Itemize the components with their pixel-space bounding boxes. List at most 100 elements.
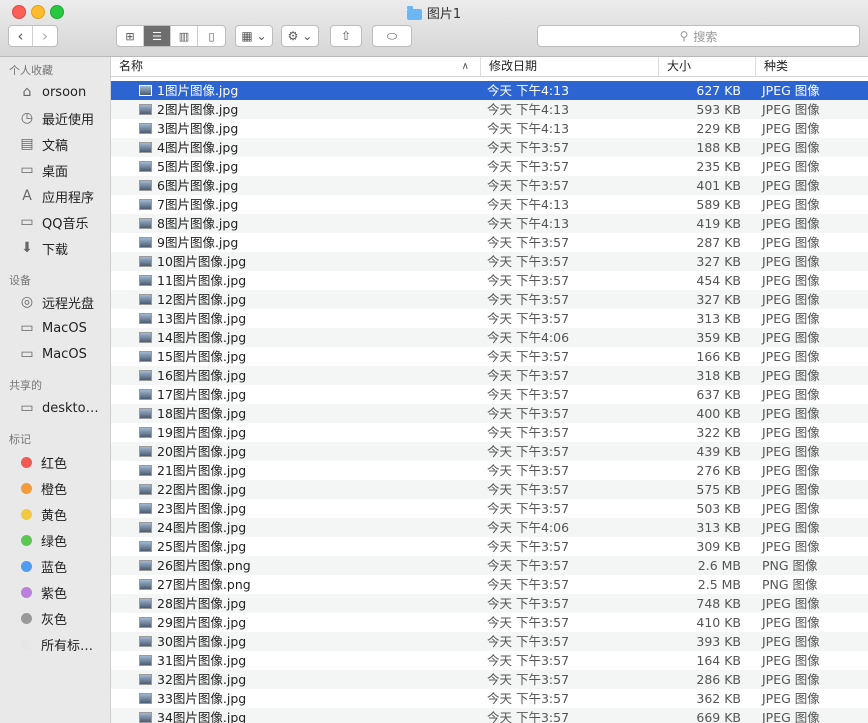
column-header-kind[interactable]: 种类 (755, 57, 868, 76)
sidebar-item[interactable]: 黄色 (18, 503, 108, 525)
sidebar-item[interactable]: 蓝色 (18, 555, 108, 577)
file-modified-date: 今天 下午3:57 (487, 235, 570, 250)
gallery-view-button[interactable]: ▯ (198, 26, 225, 46)
sidebar-item[interactable]: 红色 (18, 451, 108, 473)
file-row[interactable]: 28图片图像.jpg 今天 下午3:57 748 KB JPEG 图像 (111, 594, 868, 613)
file-kind: JPEG 图像 (762, 444, 820, 459)
sidebar-item-icon: ◷ (20, 110, 34, 126)
sidebar-item[interactable]: ▭ MacOS (18, 317, 108, 339)
file-row[interactable]: 14图片图像.jpg 今天 下午4:06 359 KB JPEG 图像 (111, 328, 868, 347)
file-kind: JPEG 图像 (762, 596, 820, 611)
file-row[interactable]: 22图片图像.jpg 今天 下午3:57 575 KB JPEG 图像 (111, 480, 868, 499)
sidebar-item[interactable]: 所有标… (18, 633, 108, 655)
sidebar-item[interactable]: ◎ 远程光盘 (18, 291, 108, 313)
file-row[interactable]: 6图片图像.jpg 今天 下午3:57 401 KB JPEG 图像 (111, 176, 868, 195)
sidebar-item-label: 远程光盘 (42, 296, 95, 312)
file-row[interactable]: 27图片图像.png 今天 下午3:57 2.5 MB PNG 图像 (111, 575, 868, 594)
file-row[interactable]: 4图片图像.jpg 今天 下午3:57 188 KB JPEG 图像 (111, 138, 868, 157)
column-view-button[interactable]: ▥ (171, 26, 198, 46)
file-row[interactable]: 7图片图像.jpg 今天 下午4:13 589 KB JPEG 图像 (111, 195, 868, 214)
file-row[interactable]: 5图片图像.jpg 今天 下午3:57 235 KB JPEG 图像 (111, 157, 868, 176)
file-row[interactable]: 10图片图像.jpg 今天 下午3:57 327 KB JPEG 图像 (111, 252, 868, 271)
file-row[interactable]: 9图片图像.jpg 今天 下午3:57 287 KB JPEG 图像 (111, 233, 868, 252)
sidebar-item[interactable]: ⬇ 下载 (18, 237, 108, 259)
file-row[interactable]: 15图片图像.jpg 今天 下午3:57 166 KB JPEG 图像 (111, 347, 868, 366)
file-modified-date: 今天 下午4:13 (487, 102, 570, 117)
file-row[interactable]: 24图片图像.jpg 今天 下午4:06 313 KB JPEG 图像 (111, 518, 868, 537)
file-row[interactable]: 17图片图像.jpg 今天 下午3:57 637 KB JPEG 图像 (111, 385, 868, 404)
file-name: 6图片图像.jpg (157, 178, 239, 193)
file-modified-date: 今天 下午3:57 (487, 159, 570, 174)
column-header-size-label: 大小 (667, 59, 692, 73)
image-thumbnail-icon (139, 522, 152, 533)
file-row[interactable]: 20图片图像.jpg 今天 下午3:57 439 KB JPEG 图像 (111, 442, 868, 461)
sidebar-item-label: QQ音乐 (42, 216, 89, 232)
image-thumbnail-icon (139, 408, 152, 419)
file-row[interactable]: 25图片图像.jpg 今天 下午3:57 309 KB JPEG 图像 (111, 537, 868, 556)
sidebar-item[interactable]: ▭ deskto… (18, 397, 108, 419)
file-size: 401 KB (696, 178, 741, 193)
file-size: 313 KB (696, 311, 741, 326)
file-row[interactable]: 12图片图像.jpg 今天 下午3:57 327 KB JPEG 图像 (111, 290, 868, 309)
sidebar-item[interactable]: ⌂ orsoon (18, 81, 108, 103)
file-kind: JPEG 图像 (762, 330, 820, 345)
file-row[interactable]: 29图片图像.jpg 今天 下午3:57 410 KB JPEG 图像 (111, 613, 868, 632)
sidebar-item[interactable]: ◷ 最近使用 (18, 107, 108, 129)
file-size: 2.5 MB (697, 577, 741, 592)
file-row[interactable]: 3图片图像.jpg 今天 下午4:13 229 KB JPEG 图像 (111, 119, 868, 138)
column-header-name[interactable]: 名称 ∧ (111, 57, 477, 76)
sidebar-item-label: 下载 (42, 242, 69, 258)
file-kind: JPEG 图像 (762, 83, 820, 98)
file-size: 410 KB (696, 615, 741, 630)
image-thumbnail-icon (139, 161, 152, 172)
list-view-button[interactable]: ☰ (144, 26, 171, 46)
file-name: 17图片图像.jpg (157, 387, 247, 402)
sidebar-item[interactable]: ▭ 桌面 (18, 159, 108, 181)
file-modified-date: 今天 下午3:57 (487, 615, 570, 630)
column-header-size[interactable]: 大小 (658, 57, 753, 76)
file-size: 627 KB (696, 83, 741, 98)
file-row[interactable]: 30图片图像.jpg 今天 下午3:57 393 KB JPEG 图像 (111, 632, 868, 651)
forward-button[interactable]: › (33, 26, 57, 46)
share-button[interactable]: ⇧ (330, 25, 362, 47)
sidebar-item[interactable]: A 应用程序 (18, 185, 108, 207)
column-header-date[interactable]: 修改日期 (480, 57, 657, 76)
file-name: 10图片图像.jpg (157, 254, 247, 269)
sidebar-item[interactable]: 橙色 (18, 477, 108, 499)
file-row[interactable]: 8图片图像.jpg 今天 下午4:13 419 KB JPEG 图像 (111, 214, 868, 233)
file-row[interactable]: 2图片图像.jpg 今天 下午4:13 593 KB JPEG 图像 (111, 100, 868, 119)
file-modified-date: 今天 下午4:13 (487, 197, 570, 212)
title-bar: 图片1 ‹ › ⊞ ☰ ▥ ▯ ▦ ⌄ ⚙ ⌄ ⇧ ⬭ ⚲ 搜索 (0, 0, 868, 57)
sidebar-item[interactable]: ▤ 文稿 (18, 133, 108, 155)
sidebar-item[interactable]: ▭ MacOS (18, 343, 108, 365)
action-gear-button[interactable]: ⚙ ⌄ (281, 25, 319, 47)
file-row[interactable]: 23图片图像.jpg 今天 下午3:57 503 KB JPEG 图像 (111, 499, 868, 518)
file-row[interactable]: 34图片图像.jpg 今天 下午3:57 669 KB JPEG 图像 (111, 708, 868, 723)
sidebar-item[interactable]: 紫色 (18, 581, 108, 603)
file-row[interactable]: 26图片图像.png 今天 下午3:57 2.6 MB PNG 图像 (111, 556, 868, 575)
sidebar-item[interactable]: 灰色 (18, 607, 108, 629)
file-row[interactable]: 19图片图像.jpg 今天 下午3:57 322 KB JPEG 图像 (111, 423, 868, 442)
file-modified-date: 今天 下午3:57 (487, 482, 570, 497)
back-button[interactable]: ‹ (9, 26, 34, 46)
search-field[interactable]: ⚲ 搜索 (537, 25, 860, 47)
file-kind: JPEG 图像 (762, 406, 820, 421)
tag-color-dot (21, 456, 32, 468)
file-row[interactable]: 13图片图像.jpg 今天 下午3:57 313 KB JPEG 图像 (111, 309, 868, 328)
file-row[interactable]: 16图片图像.jpg 今天 下午3:57 318 KB JPEG 图像 (111, 366, 868, 385)
sidebar-item[interactable]: ▭ QQ音乐 (18, 211, 108, 233)
file-row[interactable]: 11图片图像.jpg 今天 下午3:57 454 KB JPEG 图像 (111, 271, 868, 290)
icon-view-button[interactable]: ⊞ (117, 26, 144, 46)
tag-color-dot (21, 560, 32, 572)
file-row[interactable]: 1图片图像.jpg 今天 下午4:13 627 KB JPEG 图像 (111, 81, 868, 100)
tag-color-dot (21, 482, 32, 494)
file-row[interactable]: 33图片图像.jpg 今天 下午3:57 362 KB JPEG 图像 (111, 689, 868, 708)
file-row[interactable]: 21图片图像.jpg 今天 下午3:57 276 KB JPEG 图像 (111, 461, 868, 480)
file-row[interactable]: 32图片图像.jpg 今天 下午3:57 286 KB JPEG 图像 (111, 670, 868, 689)
edit-tags-button[interactable]: ⬭ (372, 25, 412, 47)
file-row[interactable]: 18图片图像.jpg 今天 下午3:57 400 KB JPEG 图像 (111, 404, 868, 423)
file-modified-date: 今天 下午4:06 (487, 330, 570, 345)
sidebar-item[interactable]: 绿色 (18, 529, 108, 551)
group-by-button[interactable]: ▦ ⌄ (235, 25, 273, 47)
file-row[interactable]: 31图片图像.jpg 今天 下午3:57 164 KB JPEG 图像 (111, 651, 868, 670)
